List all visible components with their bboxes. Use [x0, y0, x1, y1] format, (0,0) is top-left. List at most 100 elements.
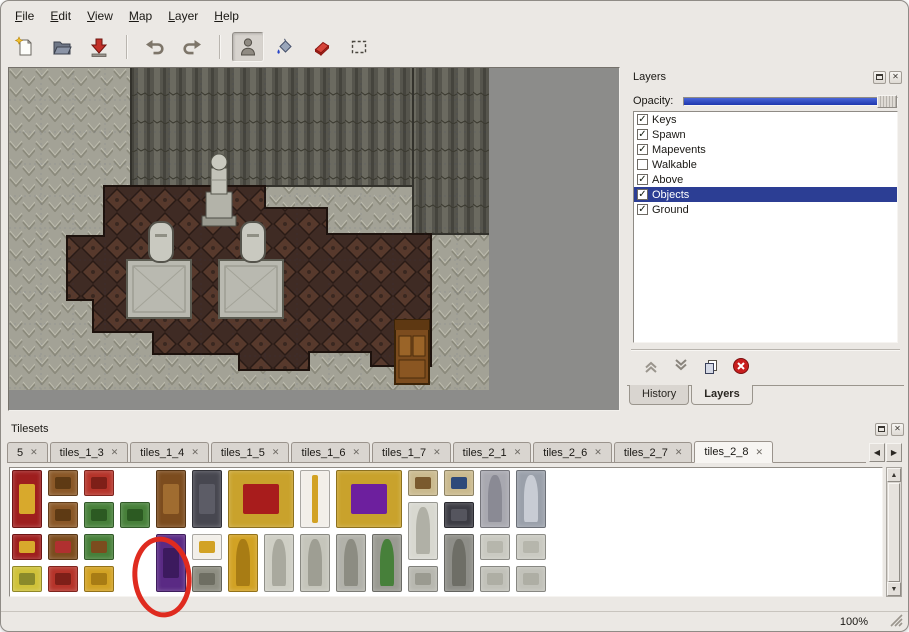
- palette-tile-stone-gargoyle[interactable]: [480, 470, 510, 528]
- menu-view[interactable]: View: [79, 7, 121, 25]
- tab-close-icon[interactable]: ✕: [30, 448, 38, 457]
- scrollbar-thumb[interactable]: [888, 483, 900, 582]
- tileset-tab-tiles_1_7[interactable]: tiles_1_7 ✕: [372, 442, 451, 462]
- undo-button[interactable]: [139, 32, 171, 62]
- palette-tile-wooden-cabinet[interactable]: [156, 470, 186, 528]
- menu-help[interactable]: Help: [206, 7, 247, 25]
- palette-scrollbar[interactable]: ▲ ▼: [886, 467, 902, 597]
- redo-button[interactable]: [176, 32, 208, 62]
- tileset-tab-tiles_1_3[interactable]: tiles_1_3 ✕: [50, 442, 129, 462]
- scroll-tabs-right-icon[interactable]: ▶: [886, 443, 902, 462]
- palette-tile-red-throne[interactable]: [228, 470, 294, 528]
- float-panel-icon[interactable]: [873, 71, 886, 84]
- tab-history[interactable]: History: [629, 385, 689, 405]
- move-layer-down-button[interactable]: [671, 356, 691, 376]
- tab-close-icon[interactable]: ✕: [191, 448, 199, 457]
- palette-tile-framed-picture-2[interactable]: [444, 470, 474, 496]
- layer-checkbox[interactable]: ✓: [637, 174, 648, 185]
- fill-tool-button[interactable]: [269, 32, 301, 62]
- tab-close-icon[interactable]: ✕: [594, 448, 602, 457]
- tileset-tab-tiles_1_5[interactable]: tiles_1_5 ✕: [211, 442, 290, 462]
- close-panel-icon[interactable]: ✕: [891, 423, 904, 436]
- layer-checkbox[interactable]: ✓: [637, 144, 648, 155]
- palette-tile-red-pot-2[interactable]: [48, 566, 78, 592]
- palette-tile-bananas[interactable]: [12, 566, 42, 592]
- palette-tile-stone-tile-3[interactable]: [480, 566, 510, 592]
- palette-tile-red-pot[interactable]: [84, 470, 114, 496]
- menu-edit[interactable]: Edit: [42, 7, 79, 25]
- tileset-tab-tiles_2_6[interactable]: tiles_2_6 ✕: [533, 442, 612, 462]
- float-panel-icon[interactable]: [875, 423, 888, 436]
- palette-tile-bookshelf[interactable]: [48, 534, 78, 560]
- palette-tile-wooden-press-2[interactable]: [48, 502, 78, 528]
- layer-row-above[interactable]: ✓ Above: [634, 172, 897, 187]
- tab-layers[interactable]: Layers: [691, 385, 752, 405]
- layer-checkbox[interactable]: ✓: [637, 114, 648, 125]
- palette-tile-wooden-press[interactable]: [48, 470, 78, 496]
- delete-layer-button[interactable]: [731, 356, 751, 376]
- tileset-tab-tiles_2_1[interactable]: tiles_2_1 ✕: [453, 442, 532, 462]
- palette-tile-gold-chain[interactable]: [192, 534, 222, 560]
- tab-close-icon[interactable]: ✕: [675, 448, 683, 457]
- map-viewport[interactable]: [8, 67, 620, 411]
- layer-checkbox[interactable]: [637, 159, 648, 170]
- palette-tile-red-tome[interactable]: [12, 534, 42, 560]
- tab-close-icon[interactable]: ✕: [514, 448, 522, 457]
- palette-tile-gold-mound[interactable]: [228, 534, 258, 592]
- layer-row-mapevents[interactable]: ✓ Mapevents: [634, 142, 897, 157]
- palette-tile-plant[interactable]: [84, 502, 114, 528]
- tab-close-icon[interactable]: ✕: [755, 448, 763, 457]
- new-file-button[interactable]: [9, 32, 41, 62]
- layer-row-objects[interactable]: ✓ Objects: [634, 187, 897, 202]
- opacity-slider-handle[interactable]: [877, 95, 897, 108]
- palette-tile-stone-tile-4[interactable]: [516, 566, 546, 592]
- select-tool-button[interactable]: [343, 32, 375, 62]
- menu-layer[interactable]: Layer: [160, 7, 206, 25]
- open-button[interactable]: [46, 32, 78, 62]
- layer-row-walkable[interactable]: Walkable: [634, 157, 897, 172]
- palette-tile-purple-door[interactable]: [156, 534, 186, 592]
- palette-tile-gargoyle-statue[interactable]: [336, 534, 366, 592]
- palette-tile-obelisk-base[interactable]: [408, 566, 438, 592]
- scroll-down-icon[interactable]: ▼: [887, 582, 901, 596]
- palette-tile-knight-armor[interactable]: [516, 470, 546, 528]
- palette-tile-gold-horn[interactable]: [84, 566, 114, 592]
- layer-row-ground[interactable]: ✓ Ground: [634, 202, 897, 217]
- opacity-slider[interactable]: [683, 97, 898, 106]
- layer-checkbox[interactable]: ✓: [637, 204, 648, 215]
- tileset-tab-tiles_1_4[interactable]: tiles_1_4 ✕: [130, 442, 209, 462]
- palette-tile-plant-2[interactable]: [120, 502, 150, 528]
- move-layer-up-button[interactable]: [641, 356, 661, 376]
- palette-tile-dark-crypt[interactable]: [444, 502, 474, 528]
- tab-close-icon[interactable]: ✕: [111, 448, 119, 457]
- close-panel-icon[interactable]: ✕: [889, 71, 902, 84]
- menu-file[interactable]: File: [7, 7, 42, 25]
- menu-map[interactable]: Map: [121, 7, 160, 25]
- tileset-tab-tiles_1_6[interactable]: tiles_1_6 ✕: [291, 442, 370, 462]
- tab-close-icon[interactable]: ✕: [272, 448, 280, 457]
- eraser-tool-button[interactable]: [306, 32, 338, 62]
- palette-tile-red-banner[interactable]: [12, 470, 42, 528]
- palette-tile-framed-picture[interactable]: [408, 470, 438, 496]
- tileset-tab-5[interactable]: 5 ✕: [7, 442, 48, 462]
- palette-tile-plant-vase[interactable]: [372, 534, 402, 592]
- palette-tile-rock[interactable]: [192, 566, 222, 592]
- tab-close-icon[interactable]: ✕: [353, 448, 361, 457]
- tab-close-icon[interactable]: ✕: [433, 448, 441, 457]
- palette-tile-potted-plant[interactable]: [84, 534, 114, 560]
- scroll-tabs-left-icon[interactable]: ◀: [869, 443, 885, 462]
- palette-tile-gold-candelabra[interactable]: [300, 470, 330, 528]
- stamp-tool-button[interactable]: [232, 32, 264, 62]
- tileset-tab-tiles_2_8[interactable]: tiles_2_8 ✕: [694, 441, 773, 463]
- palette-tile-stone-tile-2[interactable]: [516, 534, 546, 560]
- palette-tile-purple-throne[interactable]: [336, 470, 402, 528]
- palette-tile-dark-door[interactable]: [192, 470, 222, 528]
- layer-checkbox[interactable]: ✓: [637, 129, 648, 140]
- layer-row-keys[interactable]: ✓ Keys: [634, 112, 897, 127]
- palette-tile-white-obelisk[interactable]: [408, 502, 438, 560]
- resize-grip[interactable]: [890, 614, 903, 627]
- palette-tile-tombstone[interactable]: [444, 534, 474, 592]
- layer-checkbox[interactable]: ✓: [637, 189, 648, 200]
- palette-tile-stone-tile[interactable]: [480, 534, 510, 560]
- duplicate-layer-button[interactable]: [701, 356, 721, 376]
